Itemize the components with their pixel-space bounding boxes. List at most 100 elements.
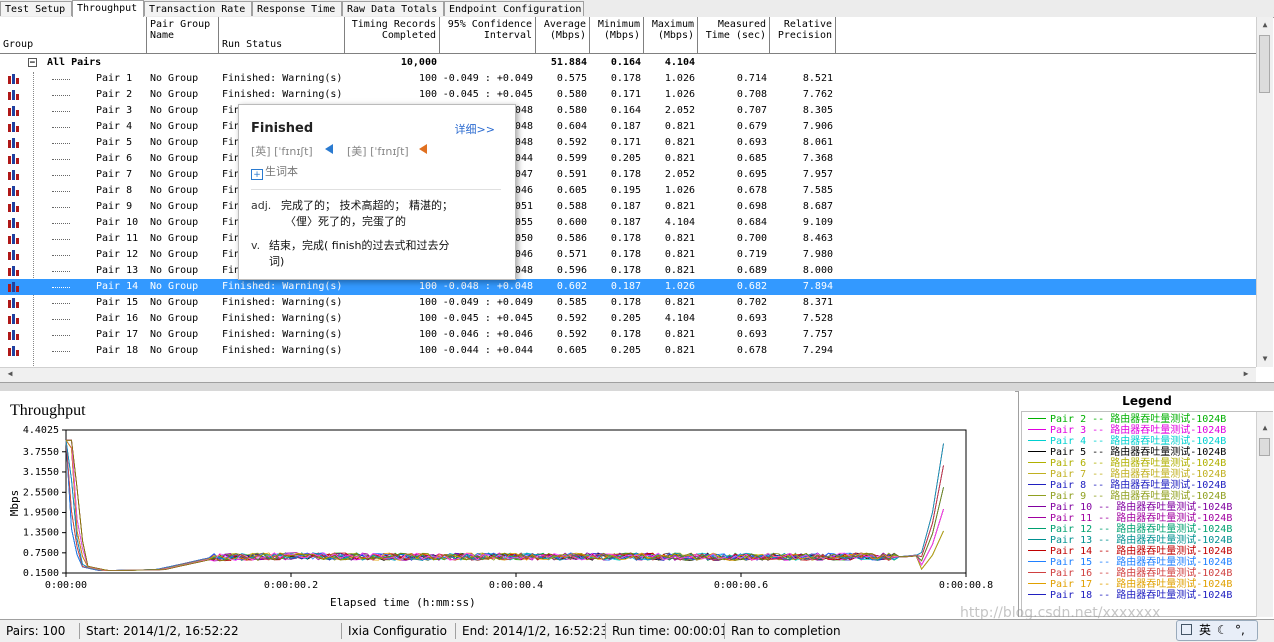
legend-item[interactable]: Pair 3 -- 路由器吞吐量测试-1024B bbox=[1028, 425, 1226, 436]
tab-test-setup[interactable]: Test Setup bbox=[0, 1, 72, 16]
tab-raw-data-totals[interactable]: Raw Data Totals bbox=[342, 1, 444, 16]
relative-precision: 9.109 bbox=[802, 217, 833, 228]
pair-group: No Group bbox=[150, 345, 199, 356]
legend-item[interactable]: Pair 14 -- 路由器吞吐量测试-1024B bbox=[1028, 546, 1232, 557]
ime-language[interactable]: 英 bbox=[1199, 621, 1211, 640]
table-row[interactable]: Pair 11No GroupFinished: Warning(s)100-0… bbox=[0, 231, 1256, 247]
legend-scroll-up-icon[interactable]: ▲ bbox=[1257, 420, 1273, 436]
tab-transaction-rate[interactable]: Transaction Rate bbox=[144, 1, 252, 16]
tab-response-time[interactable]: Response Time bbox=[252, 1, 342, 16]
run-status: Finished: Warning(s) bbox=[222, 313, 343, 324]
collapse-toggle[interactable]: − bbox=[28, 58, 37, 68]
definition-adj: 完成了的； 技术高超的； 精湛的； 〈俚〉死了的，完蛋了的 bbox=[281, 199, 453, 228]
moon-icon[interactable]: ☾ bbox=[1217, 621, 1228, 640]
legend-scroll-thumb[interactable] bbox=[1259, 438, 1270, 456]
legend-item[interactable]: Pair 12 -- 路由器吞吐量测试-1024B bbox=[1028, 524, 1232, 535]
legend-item[interactable]: Pair 13 -- 路由器吞吐量测试-1024B bbox=[1028, 535, 1232, 546]
tree-connector bbox=[52, 351, 70, 352]
tab-throughput[interactable]: Throughput bbox=[72, 0, 144, 17]
table-row[interactable]: Pair 16 No Group Finished: Warning(s) 100 -0… bbox=[0, 311, 1256, 327]
grid-vertical-scrollbar[interactable]: ▲ ▼ bbox=[1256, 17, 1273, 367]
col-pair-group-name[interactable]: Pair Group Name bbox=[147, 17, 219, 53]
pair-chart-icon bbox=[8, 314, 19, 324]
legend-item[interactable]: Pair 16 -- 路由器吞吐量测试-1024B bbox=[1028, 568, 1232, 579]
tree-connector bbox=[52, 319, 70, 320]
col-timing-records[interactable]: Timing Records Completed bbox=[345, 17, 440, 53]
punctuation-icon[interactable]: °, bbox=[1235, 621, 1245, 640]
legend-item[interactable]: Pair 4 -- 路由器吞吐量测试-1024B bbox=[1028, 436, 1226, 447]
average: 0.592 bbox=[556, 137, 587, 148]
legend-item[interactable]: Pair 5 -- 路由器吞吐量测试-1024B bbox=[1028, 447, 1226, 458]
relative-precision: 7.894 bbox=[802, 281, 833, 292]
table-row[interactable]: Pair 13No GroupFinished: Warning(s)100-0… bbox=[0, 263, 1256, 279]
table-row[interactable]: Pair 9No GroupFinished: Warning(s)100-0.… bbox=[0, 199, 1256, 215]
maximum: 1.026 bbox=[664, 89, 695, 100]
scroll-up-icon[interactable]: ▲ bbox=[1257, 17, 1273, 33]
tree-connector bbox=[52, 335, 70, 336]
legend-item[interactable]: Pair 15 -- 路由器吞吐量测试-1024B bbox=[1028, 557, 1232, 568]
col-relative-precision[interactable]: Relative Precision bbox=[770, 17, 836, 53]
tree-connector bbox=[52, 287, 70, 288]
legend-item[interactable]: Pair 7 -- 路由器吞吐量测试-1024B bbox=[1028, 469, 1226, 480]
legend-item[interactable]: Pair 2 -- 路由器吞吐量测试-1024B bbox=[1028, 414, 1226, 425]
table-row[interactable]: Pair 6No GroupFinished: Warning(s)100-0.… bbox=[0, 151, 1256, 167]
ime-toolbar[interactable]: 英 ☾ °, bbox=[1176, 620, 1258, 641]
definition-v: 结束，完成( finish的过去式和过去分 词) bbox=[269, 239, 450, 268]
col-measured-time[interactable]: Measured Time (sec) bbox=[698, 17, 770, 53]
legend-item[interactable]: Pair 6 -- 路由器吞吐量测试-1024B bbox=[1028, 458, 1226, 469]
scroll-right-icon[interactable]: ▶ bbox=[1238, 366, 1254, 382]
add-wordbook-button[interactable]: + 生词本 bbox=[251, 163, 298, 180]
legend-swatch bbox=[1028, 429, 1046, 430]
ime-menu-icon[interactable] bbox=[1181, 624, 1192, 635]
col-minimum[interactable]: Minimum (Mbps) bbox=[590, 17, 644, 53]
table-row[interactable]: Pair 7No GroupFinished: Warning(s)100-0.… bbox=[0, 167, 1256, 183]
relative-precision: 7.585 bbox=[802, 185, 833, 196]
pair-group: No Group bbox=[150, 201, 199, 212]
measured-time: 0.695 bbox=[736, 169, 767, 180]
col-maximum[interactable]: Maximum (Mbps) bbox=[644, 17, 698, 53]
table-row[interactable]: Pair 3No GroupFinished: Warning(s)100-0.… bbox=[0, 103, 1256, 119]
table-row[interactable]: Pair 12No GroupFinished: Warning(s)100-0… bbox=[0, 247, 1256, 263]
table-row[interactable]: Pair 15 No Group Finished: Warning(s) 100 -0… bbox=[0, 295, 1256, 311]
scroll-left-icon[interactable]: ◀ bbox=[2, 366, 18, 382]
scroll-thumb[interactable] bbox=[1259, 35, 1270, 93]
scroll-down-icon[interactable]: ▼ bbox=[1257, 351, 1273, 367]
all-pairs-label: All Pairs bbox=[47, 57, 102, 68]
legend-scrollbar[interactable]: ▲ bbox=[1256, 412, 1273, 617]
summary-row[interactable]: − All Pairs 10,000 51.884 0.164 4.104 bbox=[0, 55, 1256, 71]
us-speaker-icon[interactable] bbox=[419, 144, 427, 154]
summary-average: 51.884 bbox=[550, 57, 587, 68]
table-row[interactable]: Pair 10No GroupFinished: Warning(s)100-0… bbox=[0, 215, 1256, 231]
table-row[interactable]: Pair 5No GroupFinished: Warning(s)100-0.… bbox=[0, 135, 1256, 151]
pair-group: No Group bbox=[150, 233, 199, 244]
tab-endpoint-configuration[interactable]: Endpoint Configuration bbox=[444, 1, 584, 16]
col-run-status[interactable]: Run Status bbox=[219, 17, 345, 53]
grid-horizontal-scrollbar[interactable]: ◀ ▶ bbox=[0, 367, 1256, 382]
legend-item[interactable]: Pair 8 -- 路由器吞吐量测试-1024B bbox=[1028, 480, 1226, 491]
confidence-interval: -0.049 : +0.049 bbox=[442, 297, 533, 308]
col-group[interactable]: Group bbox=[0, 17, 147, 53]
uk-speaker-icon[interactable] bbox=[325, 144, 333, 154]
table-row[interactable]: Pair 17 No Group Finished: Warning(s) 100 -0… bbox=[0, 327, 1256, 343]
table-row[interactable]: Pair 2 No Group Finished: Warning(s) 100 -0.… bbox=[0, 87, 1256, 103]
table-row[interactable]: Pair 14 No Group Finished: Warning(s) 100 -0… bbox=[0, 279, 1256, 295]
tree-connector bbox=[52, 95, 70, 96]
table-row[interactable]: Pair 8No GroupFinished: Warning(s)100-0.… bbox=[0, 183, 1256, 199]
y-tick-label: 4.4025 bbox=[23, 425, 59, 436]
relative-precision: 8.371 bbox=[802, 297, 833, 308]
legend-item[interactable]: Pair 9 -- 路由器吞吐量测试-1024B bbox=[1028, 491, 1226, 502]
col-average[interactable]: Average (Mbps) bbox=[536, 17, 590, 53]
table-row[interactable]: Pair 18 No Group Finished: Warning(s) 100 -0… bbox=[0, 343, 1256, 359]
table-row[interactable]: Pair 1 No Group Finished: Warning(s) 100 -0.… bbox=[0, 71, 1256, 87]
legend-item[interactable]: Pair 11 -- 路由器吞吐量测试-1024B bbox=[1028, 513, 1232, 524]
legend-item[interactable]: Pair 10 -- 路由器吞吐量测试-1024B bbox=[1028, 502, 1232, 513]
popup-more-link[interactable]: 详细>> bbox=[455, 121, 495, 137]
col-confidence[interactable]: 95% Confidence Interval bbox=[440, 17, 536, 53]
timing-records: 100 bbox=[418, 89, 437, 100]
legend-item[interactable]: Pair 17 -- 路由器吞吐量测试-1024B bbox=[1028, 579, 1232, 590]
confidence-interval: -0.045 : +0.045 bbox=[442, 313, 533, 324]
table-row[interactable]: Pair 4No GroupFinished: Warning(s)100-0.… bbox=[0, 119, 1256, 135]
legend-item[interactable]: Pair 18 -- 路由器吞吐量测试-1024B bbox=[1028, 590, 1232, 601]
tree-connector bbox=[52, 303, 70, 304]
y-tick-label: 0.7500 bbox=[23, 548, 59, 559]
